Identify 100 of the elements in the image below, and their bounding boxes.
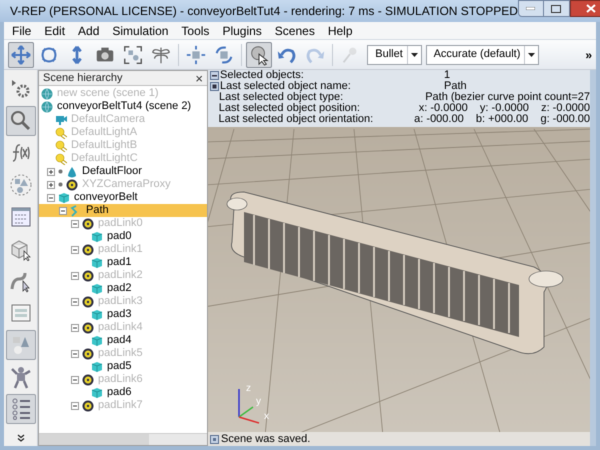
cube-icon	[91, 282, 103, 294]
disc-icon	[82, 374, 94, 386]
tree-item[interactable]: pad5	[39, 360, 207, 373]
collapse-icon[interactable]	[59, 206, 67, 214]
menu-item[interactable]: Scenes	[268, 22, 321, 40]
search-button[interactable]	[6, 106, 36, 136]
robot-icon	[8, 365, 32, 389]
globe-icon	[41, 100, 53, 112]
maximize-button[interactable]	[544, 0, 570, 17]
collapse-icon[interactable]	[71, 272, 79, 280]
collapse-icon[interactable]	[71, 402, 79, 410]
pointer-icon	[248, 44, 270, 66]
disc-icon	[82, 348, 94, 360]
dot-icon	[58, 169, 63, 174]
close-button[interactable]	[570, 0, 600, 17]
menu-item[interactable]: Help	[322, 22, 359, 40]
shapes-icon	[8, 173, 32, 197]
tree-item[interactable]: conveyorBeltTut4 (scene 2)	[39, 100, 207, 113]
search-icon	[8, 109, 32, 133]
disc-icon	[82, 244, 94, 256]
collapse-icon[interactable]	[71, 298, 79, 306]
minimize-button[interactable]	[518, 0, 544, 17]
axis-label: y	[256, 396, 261, 407]
collapse-icon[interactable]	[71, 350, 79, 358]
disc-icon	[82, 296, 94, 308]
chevron-down-icon[interactable]	[16, 434, 24, 442]
tree-item[interactable]: pad0	[39, 230, 207, 243]
menu-item[interactable]: Tools	[175, 22, 216, 40]
caret-icon	[528, 52, 535, 56]
menu-item[interactable]: Add	[72, 22, 106, 40]
cube-icon	[91, 308, 103, 320]
info-value: a: -000.00 b: +000.00 g: -000.00	[414, 114, 590, 125]
minimize-icon	[526, 7, 536, 10]
tree-item[interactable]: Path	[39, 204, 207, 217]
disc-icon	[82, 322, 94, 334]
status-message: Scene was saved.	[221, 432, 310, 446]
cube-icon	[58, 192, 70, 204]
disc-icon	[82, 218, 94, 230]
cube-icon	[91, 360, 103, 372]
tree-item[interactable]: pad1	[39, 256, 207, 269]
dialog-icon	[8, 205, 32, 229]
collapse-icon[interactable]	[71, 246, 79, 254]
menu-item[interactable]: Simulation	[106, 22, 174, 40]
dropdown[interactable]: Bullet	[367, 44, 422, 64]
caret-icon	[411, 52, 418, 56]
disc-icon	[82, 400, 94, 412]
axes-gizmo-icon	[238, 389, 260, 424]
info-label: Last selected object orientation:	[218, 114, 374, 125]
dot-icon	[58, 182, 63, 187]
tree-item[interactable]: conveyorBelt	[39, 191, 207, 204]
tree-item[interactable]: DefaultFloor	[39, 165, 207, 178]
info-value: 1	[444, 70, 450, 81]
info-label: Last selected object position:	[218, 103, 361, 114]
object-move-icon	[185, 44, 207, 66]
horizontal-scrollbar[interactable]	[39, 433, 207, 445]
toggle-icon[interactable]	[210, 82, 218, 91]
toolbar-overflow-button[interactable]: »	[585, 46, 592, 64]
disc-icon	[82, 270, 94, 282]
info-label: Last selected object name:	[220, 81, 352, 92]
light-bulb-icon	[55, 152, 67, 164]
camera-icon	[55, 114, 67, 126]
collapse-icon[interactable]	[71, 220, 79, 228]
tree-item[interactable]: pad6	[39, 386, 207, 399]
info-value: Path	[444, 81, 467, 92]
disc-icon	[66, 178, 78, 190]
fit-view-icon	[122, 44, 144, 66]
light-bulb-icon	[55, 126, 67, 138]
move-arrows-button[interactable]	[8, 42, 34, 68]
info-value: Path (bezier curve point count=27	[425, 92, 590, 103]
menu-item[interactable]: Edit	[38, 22, 72, 40]
close-icon	[586, 4, 596, 13]
tree-item[interactable]: pad2	[39, 282, 207, 295]
cube-icon	[91, 256, 103, 268]
cone-icon	[66, 166, 78, 178]
status-toggle-icon[interactable]	[210, 434, 219, 444]
axis-label: z	[246, 383, 251, 394]
menu-item[interactable]: Plugins	[216, 22, 268, 40]
hierarchy-list-button[interactable]	[6, 394, 36, 424]
collapse-icon[interactable]	[71, 324, 79, 332]
close-button[interactable]: ×	[195, 72, 203, 84]
pointer-button[interactable]	[246, 42, 272, 68]
window-title: V-REP (PERSONAL LICENSE) - conveyorBeltTut4 - rendering: 7 ms - SIMULATION STOPPED	[10, 3, 518, 20]
maximize-icon	[551, 4, 562, 12]
info-label: Selected objects:	[220, 70, 305, 81]
tree-item[interactable]: pad4	[39, 334, 207, 347]
cube-icon	[91, 230, 103, 242]
menu-item[interactable]: File	[6, 22, 38, 40]
dropdown[interactable]: Accurate (default)	[426, 44, 539, 64]
axis-label: x	[264, 411, 269, 422]
light-bulb-icon	[55, 140, 67, 152]
collapse-icon[interactable]	[210, 71, 218, 80]
tree-item[interactable]: pad3	[39, 308, 207, 321]
expand-icon[interactable]	[47, 180, 55, 188]
collapse-icon[interactable]	[47, 194, 55, 202]
info-value: x: -0.0000 y: -0.0000 z: -0.0000	[418, 103, 590, 114]
collapse-icon[interactable]	[71, 376, 79, 384]
info-label: Last selected object type:	[219, 92, 344, 103]
globe-icon	[41, 88, 53, 100]
cube-icon	[91, 386, 103, 398]
expand-icon[interactable]	[47, 168, 55, 176]
